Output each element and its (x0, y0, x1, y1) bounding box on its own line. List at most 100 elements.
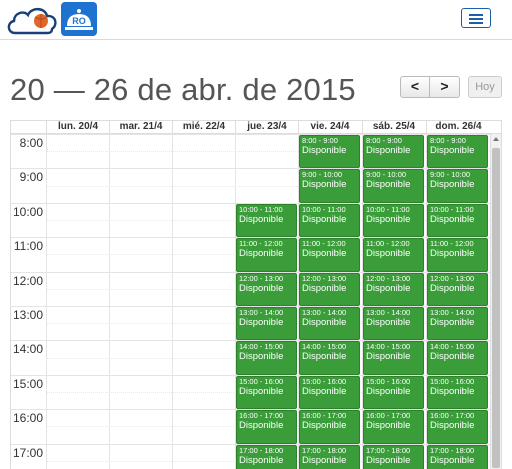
time-label: 16:00 (12, 411, 43, 426)
event-time: 11:00 - 12:00 (366, 239, 410, 249)
availability-event[interactable]: 16:00 - 17:00 Disponible (363, 410, 424, 444)
calendar-scrollbar[interactable] (490, 134, 501, 469)
day-header: jue. 23/4 (235, 121, 298, 133)
event-time: 14:00 - 15:00 (430, 342, 475, 352)
time-label: 13:00 (12, 308, 43, 322)
availability-event[interactable]: 8:00 - 9:00 Disponible (363, 135, 424, 169)
availability-event[interactable]: 15:00 - 16:00 Disponible (363, 375, 424, 410)
availability-event[interactable]: 13:00 - 14:00 Disponible (299, 307, 360, 341)
event-time: 17:00 - 18:00 (302, 445, 347, 455)
event-status: Disponible (239, 282, 284, 294)
event-time: 8:00 - 9:00 (302, 136, 338, 145)
availability-event[interactable]: 16:00 - 17:00 Disponible (236, 410, 297, 444)
next-week-button[interactable]: > (430, 76, 460, 98)
availability-event[interactable]: 9:00 - 10:00 Disponible (427, 169, 488, 203)
event-status: Disponible (430, 282, 475, 294)
event-time: 8:00 - 9:00 (430, 136, 466, 145)
availability-event[interactable]: 15:00 - 16:00 Disponible (236, 375, 297, 410)
menu-toggle-button[interactable] (461, 8, 491, 28)
event-status: Disponible (239, 454, 284, 466)
availability-event[interactable]: 15:00 - 16:00 Disponible (299, 375, 360, 410)
availability-event[interactable]: 13:00 - 14:00 Disponible (427, 307, 488, 341)
event-status: Disponible (239, 248, 284, 260)
time-label: 12:00 (12, 273, 43, 288)
availability-event[interactable]: 10:00 - 11:00 Disponible (427, 203, 488, 238)
event-time: 10:00 - 11:00 (430, 204, 474, 214)
scroll-thumb[interactable] (492, 148, 500, 468)
ro-logo-icon[interactable]: RO (61, 2, 97, 36)
event-status: Disponible (239, 351, 284, 363)
svg-text:RO: RO (72, 16, 86, 26)
event-time: 17:00 - 18:00 (366, 445, 411, 455)
time-label: 11:00 (13, 239, 43, 254)
event-time: 12:00 - 13:00 (366, 273, 411, 283)
availability-event[interactable]: 13:00 - 14:00 Disponible (236, 307, 297, 341)
event-status: Disponible (366, 145, 411, 156)
event-time: 11:00 - 12:00 (302, 239, 346, 249)
event-time: 13:00 - 14:00 (302, 308, 347, 317)
event-time: 16:00 - 17:00 (430, 411, 475, 421)
event-status: Disponible (239, 317, 284, 328)
availability-event[interactable]: 13:00 - 14:00 Disponible (363, 307, 424, 341)
event-status: Disponible (366, 351, 411, 363)
availability-event[interactable]: 17:00 - 18:00 Disponible (363, 444, 424, 469)
time-label: 8:00 (19, 136, 43, 150)
event-status: Disponible (366, 282, 411, 294)
column-divider (46, 134, 47, 469)
event-time: 10:00 - 11:00 (302, 204, 346, 214)
time-label: 9:00 (19, 170, 43, 185)
event-status: Disponible (430, 213, 475, 225)
today-button[interactable]: Hoy (468, 76, 502, 98)
event-time: 12:00 - 13:00 (430, 273, 475, 283)
availability-event[interactable]: 15:00 - 16:00 Disponible (427, 375, 488, 410)
day-header: lun. 20/4 (46, 121, 109, 133)
availability-event[interactable]: 14:00 - 15:00 Disponible (363, 341, 424, 375)
week-nav: < > (400, 76, 462, 98)
event-status: Disponible (430, 420, 475, 432)
prev-week-button[interactable]: < (400, 76, 430, 98)
event-status: Disponible (302, 385, 347, 397)
availability-event[interactable]: 17:00 - 18:00 Disponible (299, 444, 360, 469)
event-time: 12:00 - 13:00 (302, 273, 347, 283)
availability-event[interactable]: 17:00 - 18:00 Disponible (236, 444, 297, 469)
event-time: 8:00 - 9:00 (366, 136, 402, 145)
availability-event[interactable]: 11:00 - 12:00 Disponible (363, 238, 424, 272)
event-time: 14:00 - 15:00 (302, 342, 347, 352)
availability-event[interactable]: 11:00 - 12:00 Disponible (236, 238, 297, 272)
availability-event[interactable]: 8:00 - 9:00 Disponible (299, 135, 360, 169)
availability-event[interactable]: 12:00 - 13:00 Disponible (427, 272, 488, 306)
event-status: Disponible (430, 145, 475, 156)
event-status: Disponible (430, 351, 475, 363)
event-status: Disponible (366, 213, 411, 225)
availability-event[interactable]: 12:00 - 13:00 Disponible (236, 272, 297, 306)
event-status: Disponible (366, 454, 411, 466)
column-divider (109, 134, 110, 469)
availability-event[interactable]: 9:00 - 10:00 Disponible (363, 169, 424, 203)
availability-event[interactable]: 14:00 - 15:00 Disponible (299, 341, 360, 375)
scroll-up-icon[interactable] (493, 137, 499, 141)
availability-event[interactable]: 10:00 - 11:00 Disponible (236, 203, 297, 238)
time-label: 15:00 (12, 376, 43, 391)
day-header: dom. 26/4 (426, 121, 490, 133)
hamburger-icon (469, 14, 483, 16)
availability-event[interactable]: 11:00 - 12:00 Disponible (427, 238, 488, 272)
availability-event[interactable]: 14:00 - 15:00 Disponible (427, 341, 488, 375)
availability-event[interactable]: 16:00 - 17:00 Disponible (427, 410, 488, 444)
availability-event[interactable]: 12:00 - 13:00 Disponible (363, 272, 424, 306)
availability-event[interactable]: 12:00 - 13:00 Disponible (299, 272, 360, 306)
availability-event[interactable]: 17:00 - 18:00 Disponible (427, 444, 488, 469)
event-status: Disponible (302, 351, 347, 363)
availability-event[interactable]: 8:00 - 9:00 Disponible (427, 135, 488, 169)
event-status: Disponible (302, 317, 347, 328)
event-status: Disponible (366, 420, 411, 432)
cloud-logo-icon[interactable] (5, 3, 59, 37)
availability-event[interactable]: 10:00 - 11:00 Disponible (299, 203, 360, 238)
availability-event[interactable]: 11:00 - 12:00 Disponible (299, 238, 360, 272)
availability-event[interactable]: 14:00 - 15:00 Disponible (236, 341, 297, 375)
availability-event[interactable]: 9:00 - 10:00 Disponible (299, 169, 360, 203)
event-status: Disponible (239, 213, 284, 225)
time-label: 17:00 (12, 445, 43, 460)
event-status: Disponible (302, 420, 347, 432)
availability-event[interactable]: 10:00 - 11:00 Disponible (363, 203, 424, 238)
availability-event[interactable]: 16:00 - 17:00 Disponible (299, 410, 360, 444)
